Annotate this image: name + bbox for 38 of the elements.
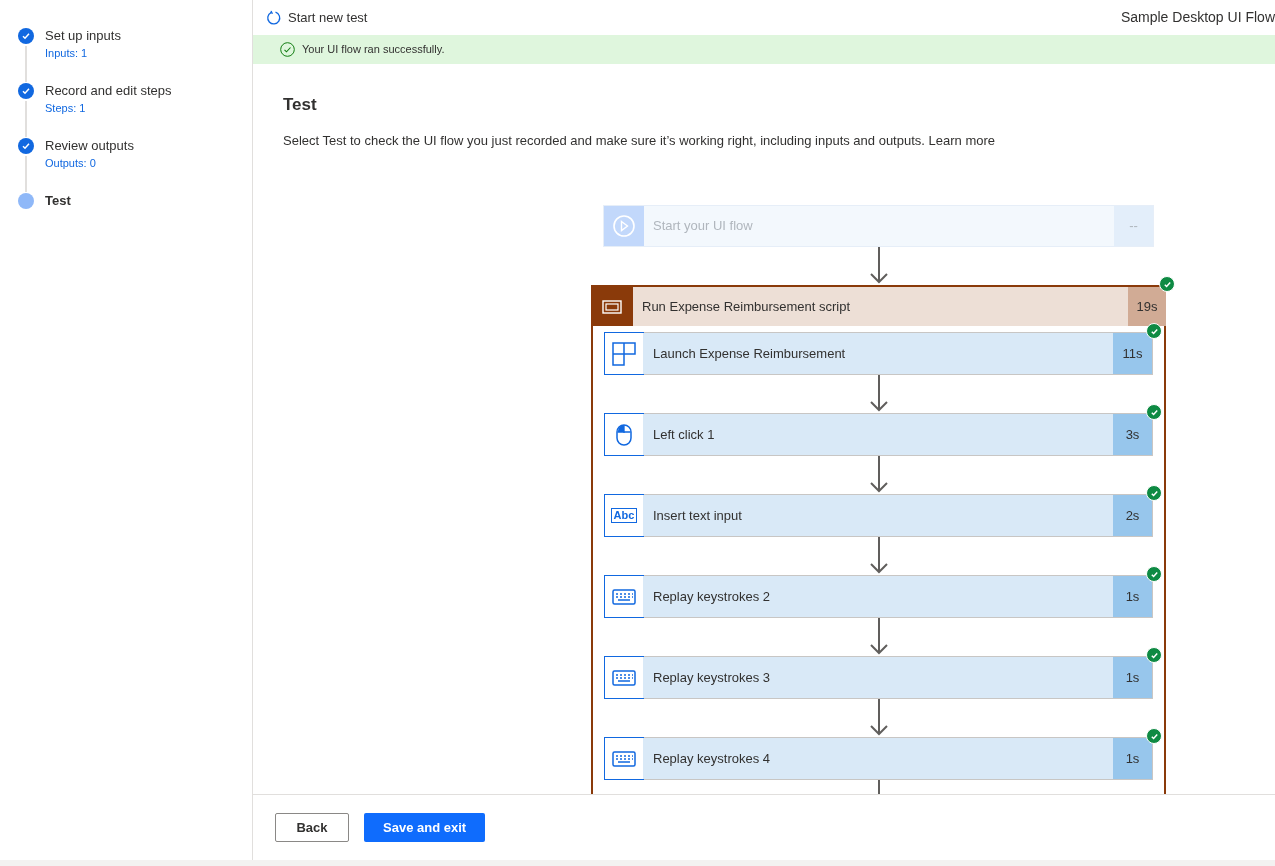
back-button[interactable]: Back xyxy=(275,813,349,842)
description: Select Test to check the UI flow you just recorded and make sure it’s working right, including inputs and outputs. Learn more xyxy=(283,131,996,150)
script-icon xyxy=(602,299,622,314)
connector-line xyxy=(877,780,880,794)
wizard-step-detail[interactable]: Inputs: 1 xyxy=(45,45,121,61)
wizard-step-label[interactable]: Test xyxy=(45,192,71,210)
play-icon xyxy=(612,214,636,238)
step-card[interactable]: Replay keystrokes 4 1s xyxy=(604,737,1153,780)
step-card[interactable]: Left click 1 3s xyxy=(604,413,1153,456)
learn-more-link[interactable]: Learn more xyxy=(928,132,995,148)
save-button[interactable]: Save and exit xyxy=(364,813,486,842)
flow-name: Sample Desktop UI Flow xyxy=(1120,8,1275,27)
keyboard-icon xyxy=(612,669,636,686)
arrow-icon xyxy=(869,618,888,655)
success-icon xyxy=(280,42,295,57)
keyboard-icon xyxy=(612,588,636,605)
wizard-step-label[interactable]: Record and edit steps xyxy=(45,82,172,100)
arrow-icon xyxy=(869,247,888,284)
keyboard-icon xyxy=(612,750,636,767)
window-layout-icon xyxy=(612,341,636,366)
banner-message: Your UI flow ran successfully. xyxy=(302,42,445,58)
text-input-icon: Abc xyxy=(610,508,638,523)
arrow-icon xyxy=(869,375,888,412)
page-title: Test xyxy=(283,94,318,116)
mouse-icon xyxy=(616,423,632,446)
step-card[interactable]: Abc Insert text input 2s xyxy=(604,494,1153,537)
arrow-icon xyxy=(869,456,888,493)
arrow-icon xyxy=(869,699,888,736)
wizard-step-detail[interactable]: Steps: 1 xyxy=(45,100,172,116)
step-card[interactable]: Replay keystrokes 3 1s xyxy=(604,656,1153,699)
arrow-icon xyxy=(869,537,888,574)
wizard-step-label[interactable]: Review outputs xyxy=(45,137,134,155)
wizard-step-label[interactable]: Set up inputs xyxy=(45,27,121,45)
wizard-step-detail[interactable]: Outputs: 0 xyxy=(45,155,134,171)
step-card[interactable]: Launch Expense Reimbursement 11s xyxy=(604,332,1153,375)
start-new-test-button[interactable]: Start new test xyxy=(266,7,368,28)
step-card[interactable]: Replay keystrokes 2 1s xyxy=(604,575,1153,618)
refresh-icon xyxy=(266,9,282,26)
